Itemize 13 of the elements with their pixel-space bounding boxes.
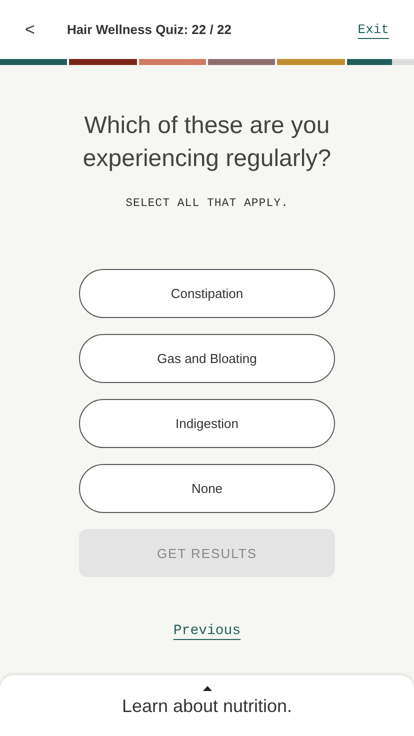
sheet-title: Learn about nutrition. bbox=[122, 695, 292, 718]
exit-link[interactable]: Exit bbox=[358, 20, 389, 40]
quiz-title: Hair Wellness Quiz: 22 / 22 bbox=[66, 20, 232, 39]
option-button[interactable]: Indigestion bbox=[79, 399, 335, 448]
option-button[interactable]: None bbox=[79, 464, 335, 514]
previous-link[interactable]: Previous bbox=[0, 621, 414, 642]
caret-up-icon bbox=[202, 686, 212, 691]
back-button[interactable]: < bbox=[25, 21, 35, 38]
option-button[interactable]: Gas and Bloating bbox=[79, 334, 335, 384]
question-heading: Which of these are you experiencing regularly? bbox=[82, 111, 332, 174]
bottom-sheet[interactable]: Learn about nutrition. bbox=[0, 675, 414, 736]
option-button[interactable]: Constipation bbox=[79, 269, 335, 318]
instruction-text: SELECT ALL THAT APPLY. bbox=[124, 196, 290, 212]
